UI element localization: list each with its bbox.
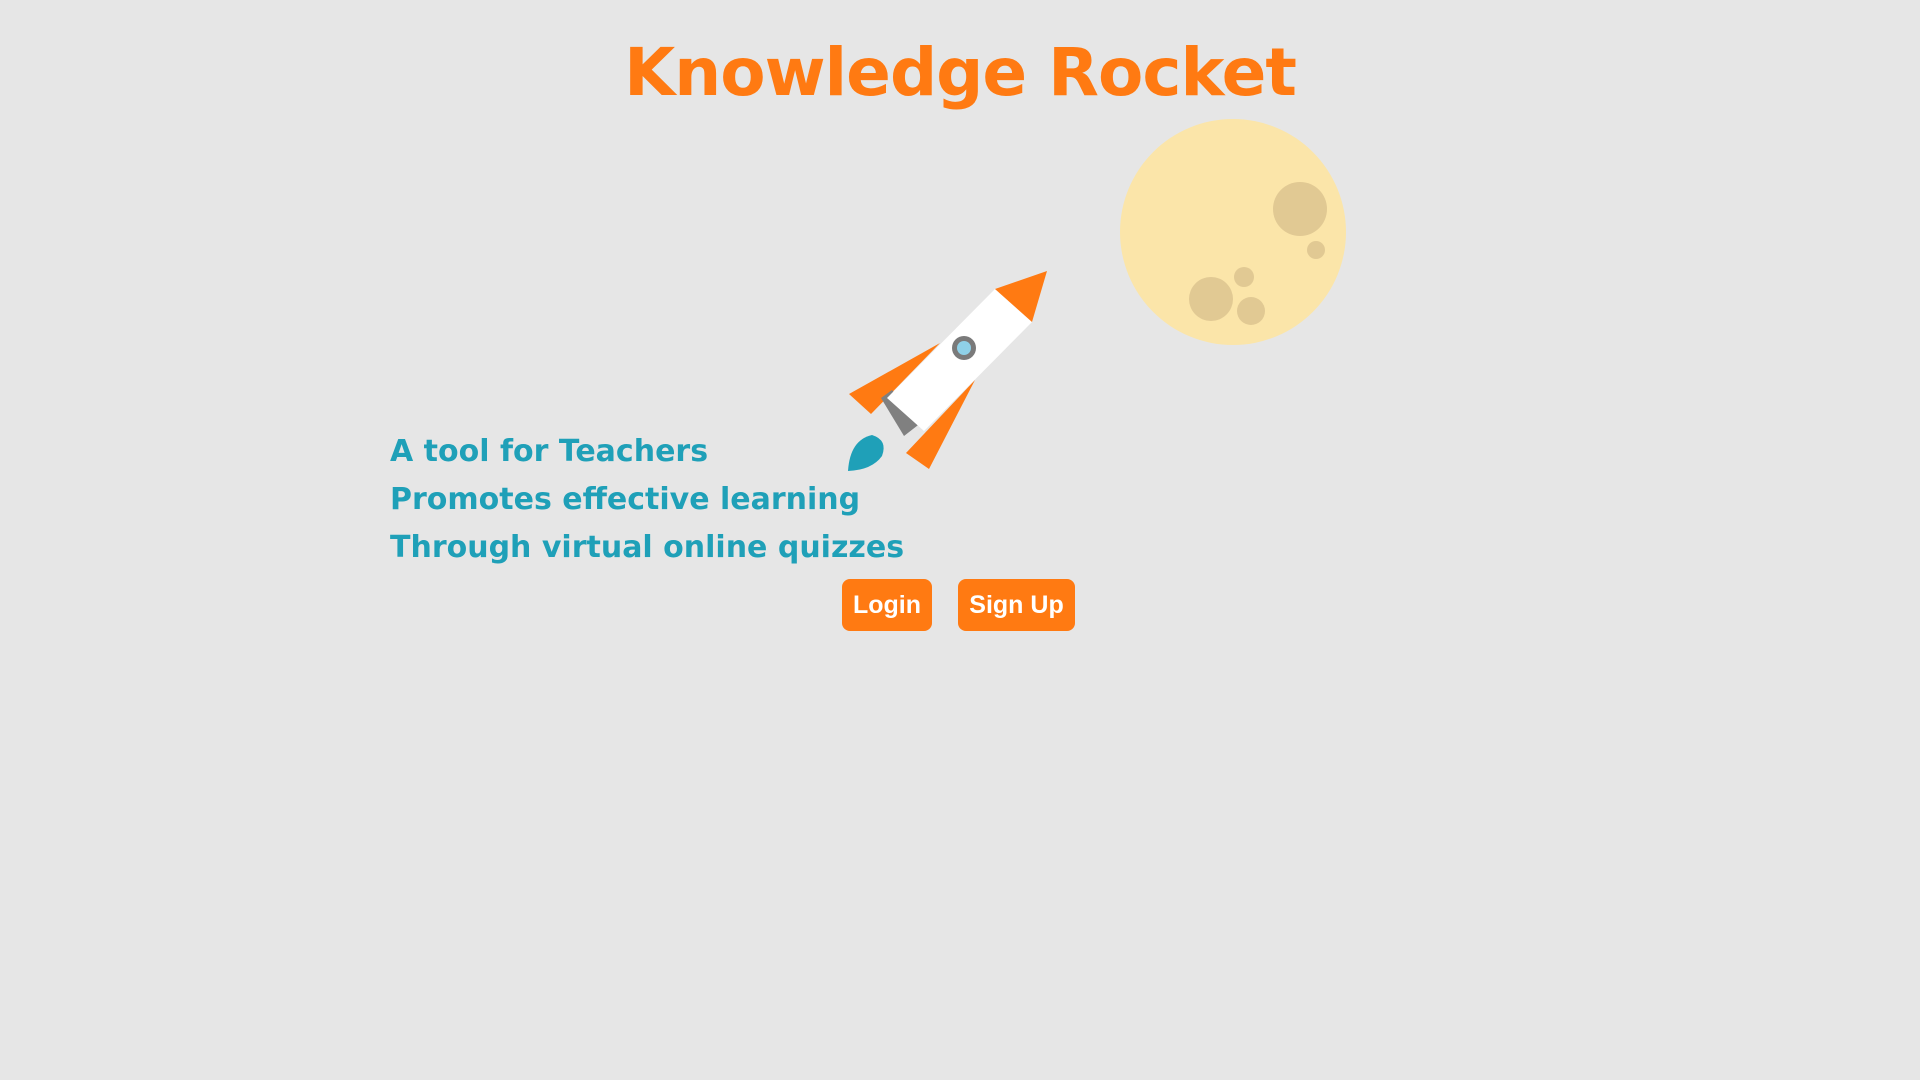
moon-icon — [1120, 119, 1346, 345]
tagline-item: A tool for Teachers — [390, 434, 709, 469]
auth-buttons: Login Sign Up — [842, 579, 1075, 631]
tagline-item: Through virtual online quizzes — [390, 530, 905, 565]
signup-button[interactable]: Sign Up — [958, 579, 1075, 631]
landing-page: Knowledge Rocket A tool for Teachers Pro… — [0, 0, 1920, 1080]
tagline-list: A tool for Teachers Promotes effective l… — [390, 428, 904, 572]
login-button[interactable]: Login — [842, 579, 932, 631]
hero-illustration — [848, 119, 1346, 471]
tagline-item: Promotes effective learning — [390, 482, 861, 517]
